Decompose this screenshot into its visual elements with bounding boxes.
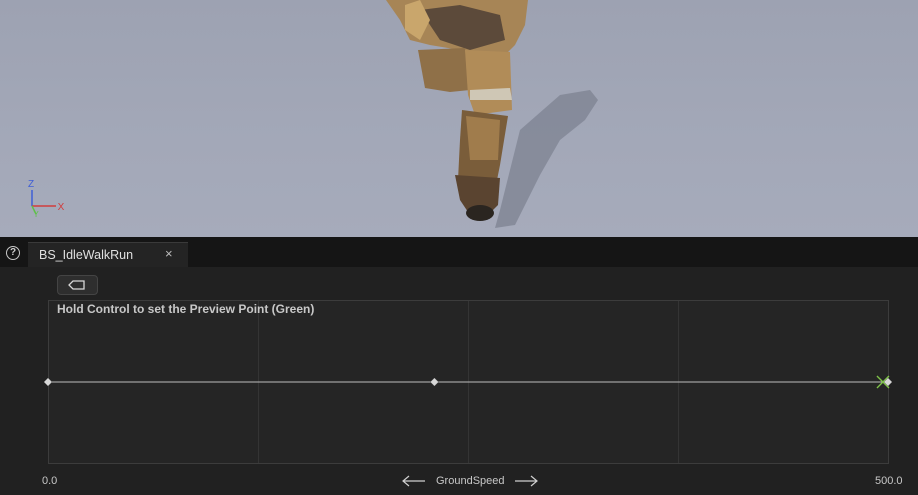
axis-gizmo: Z X Y [28,179,65,219]
blendspace-editor-panel: ? BS_IdleWalkRun × Hold Control to set t… [0,237,918,495]
preview-viewport[interactable]: Z X Y [0,0,918,237]
toggle-labels-button[interactable] [57,275,98,295]
character-shadow [495,90,598,228]
axis-min-label: 0.0 [42,475,58,487]
tab-close-icon[interactable]: × [165,246,173,261]
sample-point[interactable] [43,377,53,387]
arrow-right-icon [515,475,538,487]
axis-z-label: Z [28,179,34,190]
blendspace-grid[interactable]: Hold Control to set the Preview Point (G… [43,300,893,464]
sample-plot[interactable] [43,300,893,464]
tag-icon [68,280,85,290]
axis-name-label: GroundSpeed [436,475,505,487]
tab-bs-idlewalkrun[interactable]: BS_IdleWalkRun × [28,242,188,267]
axis-y-label: Y [33,210,39,219]
arrow-left-icon [402,475,425,487]
viewport-scene: Z X Y [28,0,598,228]
sample-point[interactable] [430,377,439,387]
axis-max-label: 500.0 [875,475,903,487]
axis-x-label: X [58,202,65,213]
tab-bar: ? BS_IdleWalkRun × [0,237,918,267]
help-icon[interactable]: ? [6,246,20,260]
blendspace-content: Hold Control to set the Preview Point (G… [0,267,918,495]
tab-label: BS_IdleWalkRun [39,248,134,262]
